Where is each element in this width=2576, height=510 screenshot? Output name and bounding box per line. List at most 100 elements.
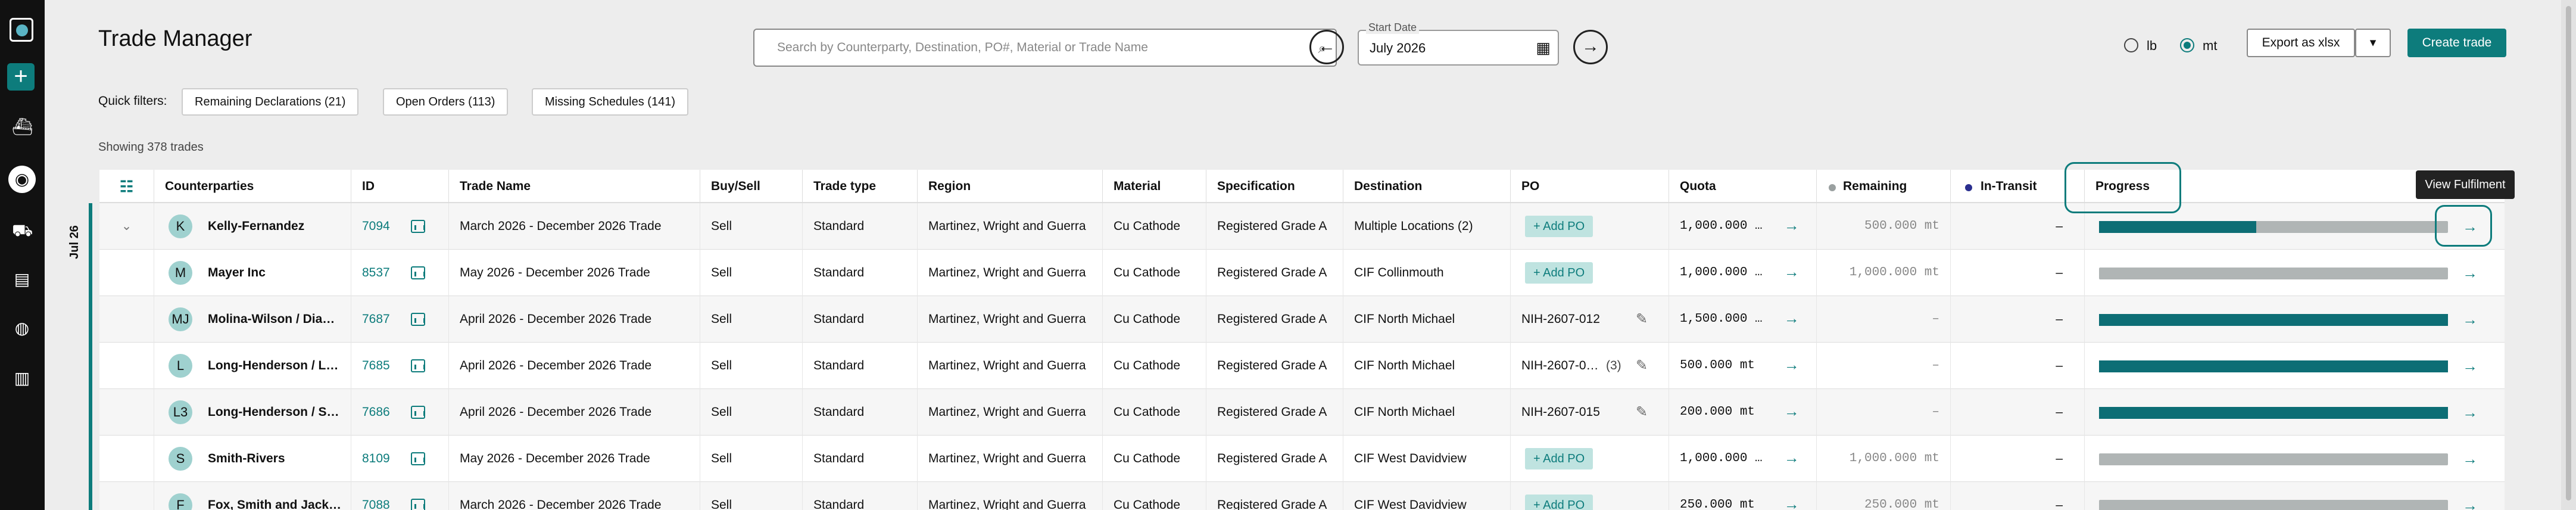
chip-missing-schedules[interactable]: Missing Schedules (141) [532, 88, 688, 116]
counterparty-cell: K Kelly-Fernandez [154, 203, 351, 250]
scrollbar[interactable] [2561, 0, 2576, 510]
quota-arrow-icon[interactable]: → [1787, 296, 1797, 343]
search-placeholder: Search by Counterparty, Destination, PO#… [777, 41, 1148, 54]
table-row[interactable]: L Long-Henderson / L… 7685 April 2026 - … [99, 343, 2505, 389]
trade-id-link[interactable]: 7685 [362, 359, 390, 372]
export-xlsx-button[interactable]: Export as xlsx [2247, 29, 2355, 57]
col-specification[interactable]: Specification [1206, 170, 1343, 203]
col-remaining[interactable]: Remaining [1817, 170, 1951, 203]
trade-id-link[interactable]: 7687 [362, 312, 390, 326]
create-trade-button[interactable]: Create trade [2407, 29, 2506, 57]
trade-id-link[interactable]: 8109 [362, 452, 390, 465]
previous-date-button[interactable]: ← [1309, 30, 1344, 64]
counterparty-cell: L3 Long-Henderson / S… [154, 389, 351, 436]
col-region[interactable]: Region [918, 170, 1103, 203]
ship-icon[interactable]: ⛴ [12, 117, 33, 137]
remaining-cell: – [1817, 389, 1951, 436]
column-settings-icon[interactable]: ☷ [99, 170, 154, 203]
month-group-bar [89, 203, 92, 510]
col-destination[interactable]: Destination [1343, 170, 1511, 203]
edit-pencil-icon[interactable]: ✎ [1636, 389, 1648, 436]
add-po-button[interactable]: + Add PO [1525, 495, 1593, 510]
trade-type-cell: Standard [803, 296, 918, 343]
col-po[interactable]: PO [1511, 170, 1669, 203]
trade-id-link[interactable]: 7088 [362, 498, 390, 510]
calendar-icon[interactable]: ▦ [1536, 39, 1551, 57]
document-icon[interactable]: ▤ [12, 269, 32, 290]
edit-pencil-icon[interactable]: ✎ [1636, 343, 1648, 389]
col-id[interactable]: ID [351, 170, 449, 203]
table-row[interactable]: L3 Long-Henderson / S… 7686 April 2026 -… [99, 389, 2505, 436]
view-fulfilment-arrow-icon[interactable]: → [2462, 250, 2478, 296]
view-fulfilment-arrow-icon[interactable]: → [2462, 436, 2478, 482]
view-fulfilment-arrow-icon[interactable]: → [2462, 482, 2478, 510]
truck-icon[interactable]: ⛟ [12, 220, 33, 241]
quota-arrow-icon[interactable]: → [1787, 389, 1797, 436]
compass-icon[interactable]: ◉ [8, 166, 36, 193]
table-row[interactable]: S Smith-Rivers 8109 May 2026 - December … [99, 436, 2505, 482]
add-icon[interactable]: + [7, 63, 35, 91]
buy-sell-cell: Sell [700, 482, 803, 510]
add-po-button[interactable]: + Add PO [1525, 448, 1593, 469]
quota-arrow-icon[interactable]: → [1787, 482, 1797, 510]
buy-sell-cell: Sell [700, 250, 803, 296]
trade-chart-icon[interactable] [411, 499, 425, 510]
unit-lb-radio[interactable] [2124, 38, 2138, 52]
app-logo[interactable] [10, 18, 33, 42]
add-po-button[interactable]: + Add PO [1525, 262, 1593, 284]
in-transit-cell: – [1951, 250, 2085, 296]
trade-chart-icon[interactable] [411, 452, 425, 465]
quota-arrow-icon[interactable]: → [1787, 250, 1797, 296]
avatar: L3 [169, 400, 192, 424]
trade-type-cell: Standard [803, 389, 918, 436]
trade-id-link[interactable]: 8537 [362, 266, 390, 279]
progress-cell: → [2085, 482, 2505, 510]
col-trade-type[interactable]: Trade type [803, 170, 918, 203]
table-row[interactable]: MJ Molina-Wilson / Dia… 7687 April 2026 … [99, 296, 2505, 343]
trade-type-cell: Standard [803, 250, 918, 296]
plus-icon: + [1533, 266, 1543, 279]
view-fulfilment-arrow-icon[interactable]: → [2462, 296, 2478, 343]
export-dropdown-button[interactable]: ▾ [2355, 29, 2391, 57]
table-row[interactable]: M Mayer Inc 8537 May 2026 - December 202… [99, 250, 2505, 296]
trade-chart-icon[interactable] [411, 406, 425, 419]
quota-arrow-icon[interactable]: → [1787, 203, 1797, 250]
destination-cell: CIF West Davidview [1343, 436, 1511, 482]
start-date-field[interactable]: Start Date July 2026 ▦ [1358, 21, 1559, 66]
col-quota[interactable]: Quota [1669, 170, 1817, 203]
trade-id-link[interactable]: 7686 [362, 405, 390, 419]
chip-remaining-declarations[interactable]: Remaining Declarations (21) [182, 88, 359, 116]
view-fulfilment-arrow-icon[interactable]: → [2462, 343, 2478, 389]
col-buy-sell[interactable]: Buy/Sell [700, 170, 803, 203]
trade-chart-icon[interactable] [411, 313, 425, 326]
id-cell: 7094 [351, 203, 449, 250]
view-fulfilment-arrow-icon[interactable]: → [2462, 389, 2478, 436]
trade-id-link[interactable]: 7094 [362, 219, 390, 233]
search-input[interactable]: Search by Counterparty, Destination, PO#… [753, 29, 1337, 67]
quota-arrow-icon[interactable]: → [1787, 436, 1797, 482]
trade-chart-icon[interactable] [411, 359, 425, 372]
chip-open-orders[interactable]: Open Orders (113) [383, 88, 509, 116]
quota-arrow-icon[interactable]: → [1787, 343, 1797, 389]
edit-pencil-icon[interactable]: ✎ [1636, 296, 1648, 343]
progress-bar-fill [2099, 221, 2256, 233]
col-material[interactable]: Material [1103, 170, 1206, 203]
col-counterparties[interactable]: Counterparties [154, 170, 351, 203]
trades-table: Jul 26 ☷ Counterparties ID Trade Name Bu… [45, 170, 2505, 510]
col-trade-name[interactable]: Trade Name [449, 170, 700, 203]
remaining-cell: 250.000 mt [1817, 482, 1951, 510]
trade-chart-icon[interactable] [411, 220, 425, 233]
next-date-button[interactable]: → [1573, 30, 1608, 64]
unit-mt-radio[interactable] [2180, 38, 2194, 52]
id-cell: 7686 [351, 389, 449, 436]
trade-chart-icon[interactable] [411, 266, 425, 279]
sidebar: + ⛴ ◉ ⛟ ▤ ◍ ▥ [0, 0, 45, 510]
chart-icon[interactable]: ▥ [12, 368, 32, 388]
scrollbar-thumb[interactable] [2566, 6, 2571, 500]
trade-name-cell: April 2026 - December 2026 Trade [449, 389, 700, 436]
table-row[interactable]: F Fox, Smith and Jack… 7088 March 2026 -… [99, 482, 2505, 510]
add-po-label: Add PO [1543, 266, 1585, 279]
collapse-chevron-icon[interactable]: ⌄ [99, 203, 154, 250]
globe-icon[interactable]: ◍ [12, 318, 32, 338]
add-po-button[interactable]: + Add PO [1525, 216, 1593, 237]
